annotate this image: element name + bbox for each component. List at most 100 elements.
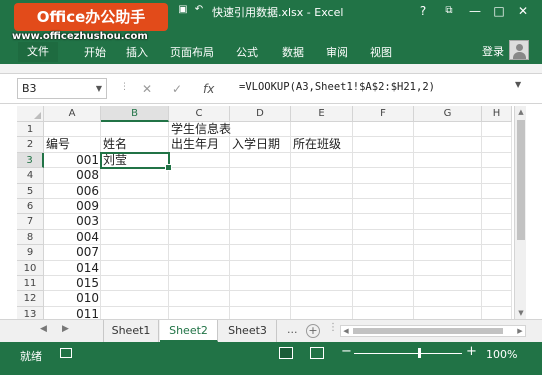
cell-b11[interactable] — [101, 276, 169, 292]
row-header-10[interactable]: 10 — [17, 260, 44, 276]
cell-e5[interactable] — [291, 183, 353, 199]
tab-data[interactable]: 数据 — [282, 44, 304, 60]
zoom-slider-thumb[interactable] — [418, 348, 421, 358]
cell-e10[interactable] — [291, 260, 353, 276]
scroll-right-icon[interactable]: ▶ — [515, 326, 525, 336]
zoom-in-button[interactable]: + — [466, 344, 477, 359]
cell-f5[interactable] — [353, 183, 414, 199]
id-cell[interactable]: 004 — [44, 230, 101, 245]
tab-review[interactable]: 审阅 — [326, 44, 348, 60]
cell-f7[interactable] — [353, 214, 414, 230]
header-cell[interactable]: 出生年月 — [169, 137, 230, 152]
tab-page-layout[interactable]: 页面布局 — [170, 44, 214, 60]
header-cell[interactable]: 所在班级 — [291, 137, 353, 152]
next-sheet-icon[interactable]: ▶ — [62, 324, 69, 334]
cell-a1[interactable] — [44, 122, 101, 138]
id-cell[interactable]: 006 — [44, 184, 101, 199]
chevron-down-icon[interactable]: ▼ — [96, 79, 102, 98]
sheet-title-cell[interactable]: 学生信息表 — [169, 122, 231, 137]
cell-h6[interactable] — [482, 199, 512, 215]
help-button[interactable]: ? — [414, 2, 432, 20]
macro-record-icon[interactable] — [60, 348, 72, 358]
name-box[interactable]: B3 ▼ — [17, 78, 107, 99]
cell-g7[interactable] — [414, 214, 482, 230]
cell-c11[interactable] — [169, 276, 230, 292]
minimize-button[interactable]: — — [466, 2, 484, 20]
cell-d1[interactable] — [230, 122, 291, 138]
sheet-tab-sheet3[interactable]: Sheet3 — [219, 320, 277, 342]
tab-formulas[interactable]: 公式 — [236, 44, 258, 60]
cell-d4[interactable] — [230, 168, 291, 184]
cell-g1[interactable] — [414, 122, 482, 138]
cell-h13[interactable] — [482, 306, 512, 319]
cell-d5[interactable] — [230, 183, 291, 199]
vertical-scrollbar[interactable]: ▲ ▼ — [514, 106, 526, 319]
cell-c4[interactable] — [169, 168, 230, 184]
horizontal-scrollbar[interactable]: ◀ ▶ — [340, 325, 526, 337]
enter-icon[interactable]: ✓ — [172, 82, 182, 96]
cell-f9[interactable] — [353, 245, 414, 261]
cell-e7[interactable] — [291, 214, 353, 230]
cell-e11[interactable] — [291, 276, 353, 292]
cell-d7[interactable] — [230, 214, 291, 230]
cell-g13[interactable] — [414, 306, 482, 319]
cell-f11[interactable] — [353, 276, 414, 292]
cell-f10[interactable] — [353, 260, 414, 276]
header-cell[interactable]: 入学日期 — [230, 137, 291, 152]
cell-c7[interactable] — [169, 214, 230, 230]
row-header-8[interactable]: 8 — [17, 229, 44, 246]
zoom-out-button[interactable]: − — [341, 344, 352, 359]
column-header-e[interactable]: E — [291, 106, 353, 122]
cell-g6[interactable] — [414, 199, 482, 215]
cell-b7[interactable] — [101, 214, 169, 230]
page-layout-view-icon[interactable] — [310, 347, 324, 359]
row-header-7[interactable]: 7 — [17, 214, 44, 230]
cell-d12[interactable] — [230, 291, 291, 307]
cell-g2[interactable] — [414, 137, 482, 153]
row-header-9[interactable]: 9 — [17, 245, 44, 261]
cell-h12[interactable] — [482, 291, 512, 307]
prev-sheet-icon[interactable]: ◀ — [40, 324, 47, 334]
cell-b1[interactable] — [101, 122, 169, 138]
tab-insert[interactable]: 插入 — [126, 44, 148, 60]
id-cell[interactable]: 003 — [44, 214, 101, 229]
close-button[interactable]: ✕ — [514, 2, 532, 20]
cell-c5[interactable] — [169, 183, 230, 199]
row-header-13[interactable]: 13 — [17, 306, 44, 319]
cell-f2[interactable] — [353, 137, 414, 153]
cell-b5[interactable] — [101, 183, 169, 199]
cell-b9[interactable] — [101, 245, 169, 261]
id-cell[interactable]: 014 — [44, 261, 101, 276]
cell-e6[interactable] — [291, 199, 353, 215]
cell-d9[interactable] — [230, 245, 291, 261]
tab-file[interactable]: 文件 — [18, 42, 58, 62]
scroll-up-icon[interactable]: ▲ — [515, 106, 527, 118]
cell-f1[interactable] — [353, 122, 414, 138]
cell-g3[interactable] — [414, 152, 482, 169]
cell-b6[interactable] — [101, 199, 169, 215]
column-header-c[interactable]: C — [169, 106, 230, 122]
cell-g9[interactable] — [414, 245, 482, 261]
cell-g11[interactable] — [414, 276, 482, 292]
cell-g12[interactable] — [414, 291, 482, 307]
cell-h8[interactable] — [482, 229, 512, 246]
tab-view[interactable]: 视图 — [370, 44, 392, 60]
cell-b8[interactable] — [101, 229, 169, 246]
cell-c3[interactable] — [169, 152, 230, 169]
column-header-b[interactable]: B — [101, 106, 169, 122]
column-header-h[interactable]: H — [482, 106, 512, 122]
cell-e9[interactable] — [291, 245, 353, 261]
cell-f6[interactable] — [353, 199, 414, 215]
id-cell[interactable]: 015 — [44, 276, 101, 291]
splitter-icon[interactable]: ⋮ — [328, 322, 338, 333]
cell-c10[interactable] — [169, 260, 230, 276]
zoom-slider[interactable] — [354, 353, 462, 354]
save-icon[interactable]: ▣ — [176, 3, 190, 17]
cell-c13[interactable] — [169, 306, 230, 319]
row-header-2[interactable]: 2 — [17, 137, 44, 153]
cell-e8[interactable] — [291, 229, 353, 246]
undo-icon[interactable]: ↶ — [192, 3, 206, 17]
cell-f8[interactable] — [353, 229, 414, 246]
id-cell[interactable]: 011 — [44, 307, 101, 319]
column-header-f[interactable]: F — [353, 106, 414, 122]
